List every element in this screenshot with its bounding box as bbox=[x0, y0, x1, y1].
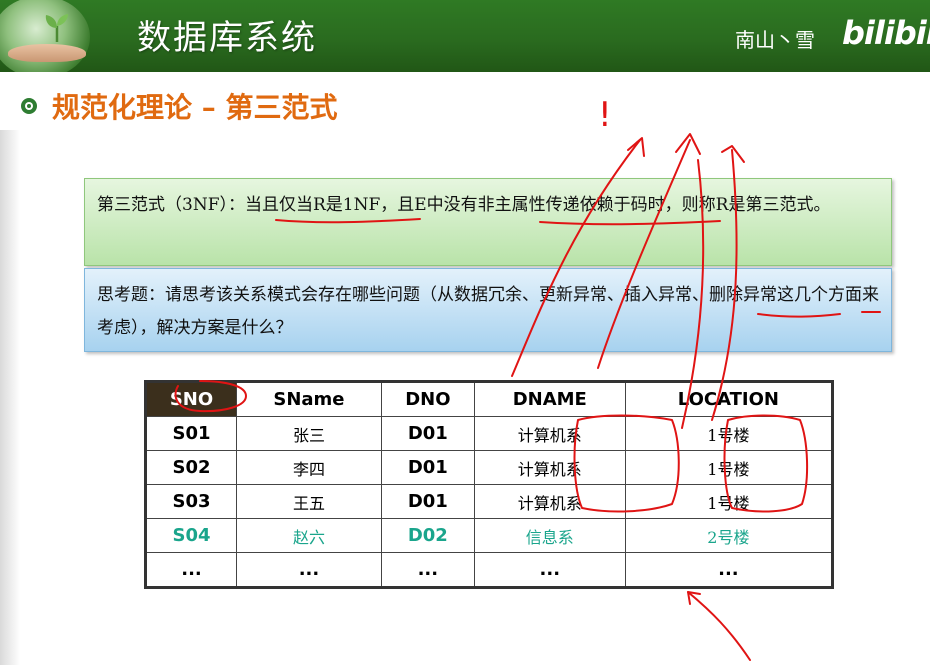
sprout-icon bbox=[45, 14, 68, 42]
cell-sname: 王五 bbox=[236, 484, 382, 519]
hand-icon bbox=[8, 44, 86, 62]
cell-dname: 计算机系 bbox=[473, 484, 626, 519]
column-header-sname: SName bbox=[236, 381, 382, 417]
cell-sno: S03 bbox=[144, 484, 238, 519]
bullet-icon bbox=[21, 98, 37, 114]
column-header-dno: DNO bbox=[380, 381, 475, 417]
author-label: 南山丶雪 bbox=[735, 28, 815, 52]
logo bbox=[0, 0, 110, 72]
cell-sname: 张三 bbox=[236, 416, 382, 451]
cell-dname: 信息系 bbox=[473, 518, 626, 553]
column-header-location: LOCATION bbox=[624, 381, 834, 417]
cell-sname: ... bbox=[236, 552, 382, 588]
relation-table: SNO SName DNO DNAME LOCATION S01 张三 D01 … bbox=[144, 380, 834, 589]
exclamation-mark: ! bbox=[598, 95, 612, 135]
cell-location: ... bbox=[624, 552, 834, 588]
definition-box: 第三范式（3NF）：当且仅当R是1NF，且E中没有非主属性传递依赖于码时，则称R… bbox=[84, 178, 892, 266]
cell-sno: S02 bbox=[144, 450, 238, 485]
table-row: S01 张三 D01 计算机系 1号楼 bbox=[144, 416, 834, 451]
table-row: S04 赵六 D02 信息系 2号楼 bbox=[144, 518, 834, 553]
cell-sno: S04 bbox=[144, 518, 238, 553]
section-heading: 规范化理论 – 第三范式 bbox=[52, 91, 338, 124]
table-row: S02 李四 D01 计算机系 1号楼 bbox=[144, 450, 834, 485]
cell-dno: D01 bbox=[380, 484, 475, 519]
table-row: ... ... ... ... ... bbox=[144, 552, 834, 588]
cell-location: 1号楼 bbox=[624, 450, 834, 485]
cell-sno: S01 bbox=[144, 416, 238, 451]
cell-dname: 计算机系 bbox=[473, 450, 626, 485]
cell-dname: ... bbox=[473, 552, 626, 588]
left-decoration bbox=[0, 130, 20, 665]
column-header-sno: SNO bbox=[144, 381, 238, 417]
cell-dname: 计算机系 bbox=[473, 416, 626, 451]
cell-sname: 李四 bbox=[236, 450, 382, 485]
table-header-row: SNO SName DNO DNAME LOCATION bbox=[144, 381, 834, 417]
cell-dno: D01 bbox=[380, 416, 475, 451]
question-box: 思考题：请思考该关系模式会存在哪些问题（从数据冗余、更新异常、插入异常、删除异常… bbox=[84, 268, 892, 352]
cell-location: 2号楼 bbox=[624, 518, 834, 553]
cell-dno: D02 bbox=[380, 518, 475, 553]
brand-logo: bilibili bbox=[842, 14, 930, 52]
arrow-bottom bbox=[687, 591, 751, 661]
cell-sname: 赵六 bbox=[236, 518, 382, 553]
question-text: 思考题：请思考该关系模式会存在哪些问题（从数据冗余、更新异常、插入异常、删除异常… bbox=[97, 285, 879, 338]
cell-location: 1号楼 bbox=[624, 484, 834, 519]
definition-text: 第三范式（3NF）：当且仅当R是1NF，且E中没有非主属性传递依赖于码时，则称R… bbox=[97, 195, 831, 215]
title-bar: 数据库系统 南山丶雪 bilibili bbox=[0, 0, 930, 72]
cell-dno: ... bbox=[380, 552, 475, 588]
cell-location: 1号楼 bbox=[624, 416, 834, 451]
cell-dno: D01 bbox=[380, 450, 475, 485]
cell-sno: ... bbox=[144, 552, 238, 588]
page-title: 数据库系统 bbox=[137, 18, 317, 58]
table-row: S03 王五 D01 计算机系 1号楼 bbox=[144, 484, 834, 519]
column-header-dname: DNAME bbox=[473, 381, 626, 417]
